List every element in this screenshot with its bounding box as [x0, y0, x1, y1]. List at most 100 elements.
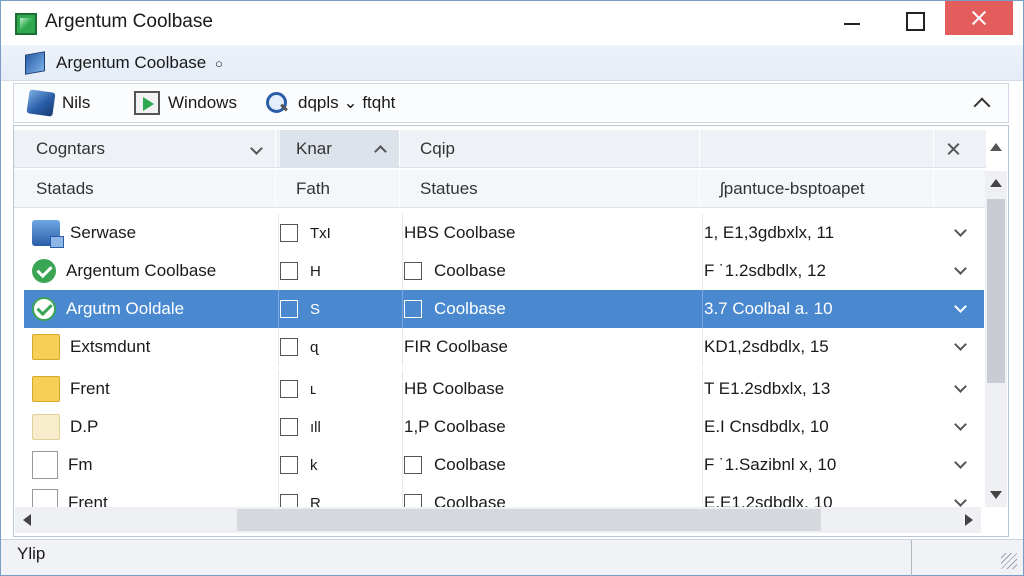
column-header-fath[interactable]: Fath — [280, 170, 400, 207]
row-name: D.P — [70, 417, 99, 436]
row-size: KD1,2sdbdlx, 15 — [704, 337, 829, 356]
close-icon[interactable] — [932, 130, 976, 168]
column-divider — [402, 370, 403, 408]
toolbar-search-button[interactable]: dqpls ⌄ ftqht — [264, 90, 395, 116]
toolbar-search-label: dqpls ⌄ ftqht — [298, 93, 396, 112]
name-cell: Argentum Coolbase — [32, 252, 278, 290]
scroll-left-arrow-icon[interactable] — [23, 514, 31, 526]
path-cell: ʟ — [280, 370, 400, 408]
status-divider — [911, 540, 912, 576]
row-expand-button[interactable] — [942, 214, 982, 252]
toolbar-nils-button[interactable]: Nils — [26, 89, 90, 117]
resize-grip-icon[interactable] — [1001, 553, 1017, 569]
row-checkbox[interactable] — [280, 224, 298, 242]
scroll-down-arrow-icon[interactable] — [990, 491, 1002, 499]
maximize-button[interactable] — [881, 1, 945, 41]
table-row[interactable]: Argutm Ooldale S Coolbase 3.7 Coolbal a. 10 — [24, 290, 984, 328]
row-name: Fm — [68, 455, 93, 474]
status-cell: Coolbase — [404, 290, 700, 328]
row-status: Coolbase — [434, 299, 506, 318]
scroll-up-arrow-icon[interactable] — [990, 179, 1002, 187]
column-header-blank[interactable] — [704, 130, 934, 167]
name-cell: Argutm Ooldale — [32, 290, 278, 328]
row-status: HB Coolbase — [404, 379, 505, 398]
path-cell: S — [280, 290, 400, 328]
chevron-down-icon — [954, 338, 967, 351]
row-path: S — [310, 300, 321, 318]
vertical-scrollbar[interactable] — [985, 171, 1007, 507]
row-expand-button[interactable] — [942, 252, 982, 290]
row-expand-button[interactable] — [942, 290, 982, 328]
vertical-scroll-thumb[interactable] — [987, 199, 1005, 383]
column-header-cogntars[interactable]: Cogntars — [20, 130, 276, 167]
status-text: Ylip — [17, 544, 46, 563]
row-checkbox[interactable] — [280, 418, 298, 436]
folder-icon — [32, 334, 60, 360]
row-checkbox[interactable] — [280, 380, 298, 398]
name-cell: Fm — [32, 446, 278, 484]
table-row[interactable]: D.P ıll 1,P Coolbase E.I Cnsdbdlx, 10 — [24, 408, 984, 446]
chevron-down-icon — [954, 456, 967, 469]
data-grid: Cogntars Knar Cqip Statads Fath Statues … — [13, 125, 1009, 537]
app-logo-icon — [15, 13, 37, 35]
title-bar[interactable]: Argentum Coolbase — [1, 1, 1023, 45]
status-checkbox[interactable] — [404, 300, 422, 318]
row-status: Coolbase — [434, 261, 506, 280]
status-checkbox[interactable] — [404, 262, 422, 280]
row-checkbox[interactable] — [280, 338, 298, 356]
toolbar-windows-button[interactable]: Windows — [134, 90, 237, 116]
column-header-statads[interactable]: Statads — [20, 170, 276, 207]
table-row[interactable]: Argentum Coolbase H Coolbase F ˙1.2sdbdlx, … — [24, 252, 984, 290]
row-expand-button[interactable] — [942, 446, 982, 484]
horizontal-scroll-thumb[interactable] — [237, 509, 821, 531]
magnifier-icon — [264, 91, 290, 115]
close-button[interactable] — [945, 1, 1013, 35]
check-circle-icon — [32, 297, 56, 321]
size-cell: 3.7 Coolbal a. 10 — [704, 290, 934, 328]
name-cell: Extsmdunt — [32, 328, 278, 366]
table-row[interactable]: Fm k Coolbase F ˙1.Sazibnl x, 10 — [24, 446, 984, 484]
status-checkbox[interactable] — [404, 456, 422, 474]
row-status: 1,P Coolbase — [404, 417, 506, 436]
row-checkbox[interactable] — [280, 456, 298, 474]
chevron-down-icon — [954, 262, 967, 275]
column-header-cqip[interactable]: Cqip — [404, 130, 700, 167]
path-cell: ıll — [280, 408, 400, 446]
chevron-up-icon[interactable] — [972, 92, 992, 112]
row-checkbox[interactable] — [280, 300, 298, 318]
table-row[interactable]: Extsmdunt ɋ FIR Coolbase KD1,2sdbdlx, 15 — [24, 328, 984, 366]
row-status: HBS Coolbase — [404, 223, 516, 242]
size-cell: T E1.2sdbxlx, 13 — [704, 370, 934, 408]
path-cell: H — [280, 252, 400, 290]
column-divider — [702, 408, 703, 446]
column-header-knar[interactable]: Knar — [280, 130, 400, 167]
row-status: FIR Coolbase — [404, 337, 508, 356]
column-header-spantuce[interactable]: ʃpantuce-bsptoapet — [704, 170, 934, 207]
row-expand-button[interactable] — [942, 408, 982, 446]
column-divider — [702, 214, 703, 252]
name-cell: D.P — [32, 408, 278, 446]
table-row[interactable]: Frent ʟ HB Coolbase T E1.2sdbxlx, 13 — [24, 370, 984, 408]
row-size: E.I Cnsdbdlx, 10 — [704, 417, 829, 436]
minimize-button[interactable] — [819, 1, 883, 41]
row-path: ıll — [310, 418, 321, 436]
status-cell: 1,P Coolbase — [404, 408, 700, 446]
size-cell: E.I Cnsdbdlx, 10 — [704, 408, 934, 446]
scroll-right-arrow-icon[interactable] — [965, 514, 973, 526]
status-cell: HB Coolbase — [404, 370, 700, 408]
row-expand-button[interactable] — [942, 328, 982, 366]
row-checkbox[interactable] — [280, 262, 298, 280]
path-cell: TxI — [280, 214, 400, 252]
table-row[interactable]: Serwase TxI HBS Coolbase 1, E1,3gdbxlx, 11 — [24, 214, 984, 252]
row-path: ʟ — [310, 380, 317, 398]
column-header-statues[interactable]: Statues — [404, 170, 700, 207]
row-expand-button[interactable] — [942, 370, 982, 408]
database-icon — [32, 220, 64, 248]
column-divider — [278, 446, 279, 484]
scroll-up-arrow-icon[interactable] — [985, 135, 1007, 163]
size-cell: 1, E1,3gdbxlx, 11 — [704, 214, 934, 252]
path-cell: ɋ — [280, 328, 400, 366]
horizontal-scrollbar[interactable] — [15, 507, 981, 533]
subheader: Argentum Coolbase ○ — [1, 45, 1023, 81]
database-book-icon — [25, 51, 45, 75]
